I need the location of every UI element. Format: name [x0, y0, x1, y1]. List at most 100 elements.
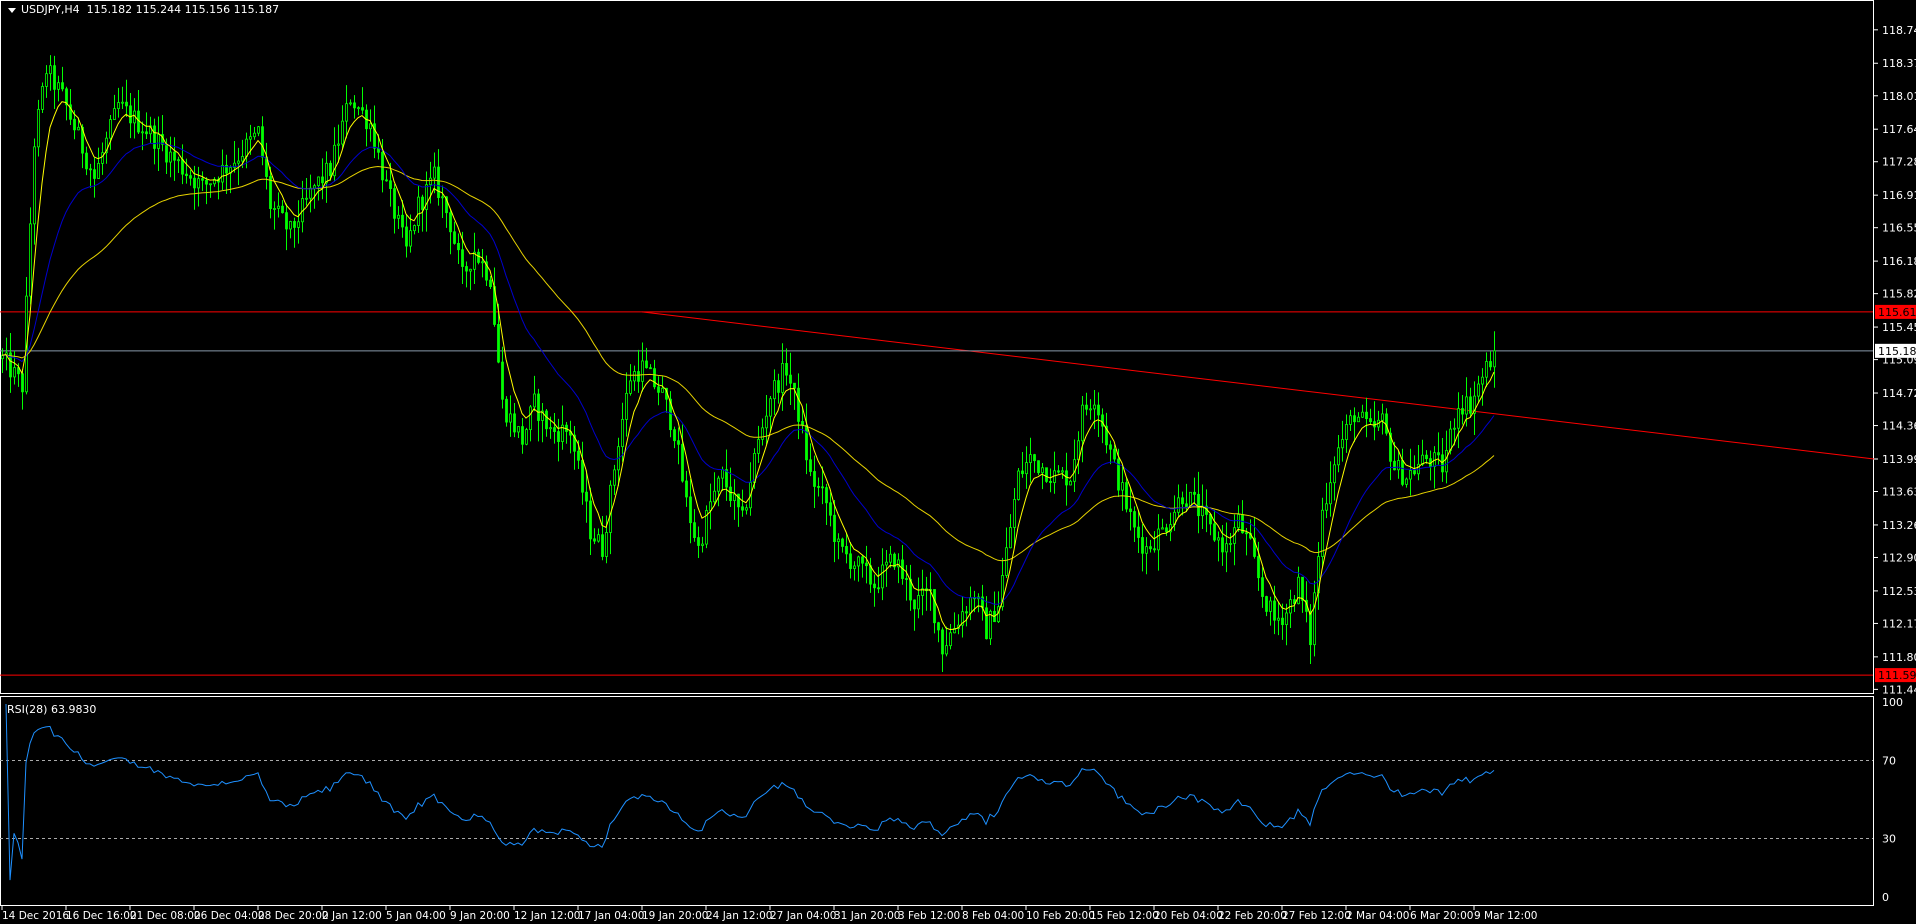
- candle-body: [197, 178, 200, 189]
- candle-body: [1005, 547, 1008, 576]
- candle-body: [581, 459, 584, 493]
- candle-body: [745, 507, 748, 511]
- time-tick-label: 16 Dec 16:00: [66, 910, 137, 922]
- candle-body: [253, 132, 256, 138]
- time-tick-label: 24 Jan 12:00: [706, 910, 772, 922]
- price-tick-label: 114.720: [1882, 387, 1916, 400]
- candle-body: [237, 160, 240, 164]
- candle-body: [1041, 467, 1044, 474]
- candle-body: [337, 143, 340, 146]
- candle-body: [1409, 470, 1412, 480]
- candle-body: [1053, 470, 1056, 483]
- candle-body: [1013, 499, 1016, 528]
- candle-body: [753, 452, 756, 483]
- time-tick-label: 22 Feb 20:00: [1218, 910, 1287, 922]
- price-chart[interactable]: 118.740 118.370 118.010 117.640 117.280 116.9…: [0, 0, 1916, 924]
- candle-body: [1393, 460, 1396, 471]
- candle-body: [701, 543, 704, 546]
- price-tick-label: 113.990: [1882, 453, 1916, 466]
- candle-body: [889, 553, 892, 563]
- time-tick-label: 9 Mar 12:00: [1474, 910, 1537, 922]
- candle-body: [1009, 527, 1012, 549]
- candle-body: [473, 251, 476, 270]
- candle-body: [277, 205, 280, 209]
- slow-ma-line: [1, 165, 1495, 562]
- candle-body: [1193, 491, 1196, 495]
- price-tick-label: 114.360: [1882, 420, 1916, 433]
- rsi-tick-label: 30: [1882, 833, 1896, 846]
- candle-body: [261, 126, 264, 158]
- candle-body: [449, 212, 452, 233]
- candle-body: [809, 459, 812, 472]
- candle-body: [501, 361, 504, 400]
- candle-body: [305, 197, 308, 200]
- candle-body: [825, 487, 828, 504]
- candle-body: [1109, 444, 1112, 450]
- candle-body: [209, 183, 212, 186]
- candle-body: [1341, 439, 1344, 449]
- time-tick-label: 15 Feb 12:00: [1090, 910, 1159, 922]
- triangle-down-icon[interactable]: [8, 7, 16, 13]
- price-tick-label: 112.170: [1882, 617, 1916, 630]
- time-tick-label: 26 Dec 04:00: [194, 910, 265, 922]
- candle-body: [905, 578, 908, 580]
- candle-body: [157, 134, 160, 149]
- candle-body: [53, 65, 56, 90]
- candle-body: [437, 166, 440, 198]
- candle-body: [329, 162, 332, 177]
- candle-body: [857, 556, 860, 567]
- candle-body: [249, 136, 252, 140]
- candle-body: [969, 597, 972, 614]
- price-tick-label: 111.800: [1882, 651, 1916, 664]
- candle-body: [649, 367, 652, 370]
- time-tick-label: 27 Jan 04:00: [770, 910, 836, 922]
- candle-body: [241, 156, 244, 162]
- candle-body: [1141, 537, 1144, 554]
- candle-body: [257, 126, 260, 134]
- candle-body: [513, 413, 516, 433]
- price-tick-label: 113.630: [1882, 486, 1916, 499]
- candle-body: [525, 429, 528, 445]
- time-tick-label: 12 Jan 12:00: [514, 910, 580, 922]
- candle-body: [1477, 383, 1480, 397]
- time-tick-label: 28 Dec 20:00: [258, 910, 329, 922]
- candle-body: [1313, 592, 1316, 646]
- candle-body: [505, 398, 508, 423]
- candle-body: [1401, 460, 1404, 485]
- time-tick-label: 2 Jan 12:00: [322, 910, 382, 922]
- trendline: [641, 311, 1875, 460]
- candle-body: [389, 180, 392, 189]
- candle-body: [1245, 532, 1248, 535]
- candle-body: [553, 427, 556, 432]
- candle-body: [773, 380, 776, 400]
- candle-body: [537, 393, 540, 421]
- candle-body: [1165, 527, 1168, 533]
- candle-body: [1345, 424, 1348, 440]
- candle-body: [913, 599, 916, 610]
- candle-body: [117, 102, 120, 109]
- candle-body: [721, 469, 724, 479]
- candle-body: [585, 491, 588, 502]
- candle-body: [741, 506, 744, 511]
- candle-body: [785, 363, 788, 376]
- candle-body: [173, 151, 176, 161]
- candle-body: [1469, 396, 1472, 414]
- candle-body: [689, 496, 692, 524]
- level-price-label: 111.598: [1878, 669, 1916, 682]
- candle-body: [1, 354, 4, 360]
- candle-body: [1045, 467, 1048, 482]
- candle-body: [985, 607, 988, 640]
- rsi-line: [5, 703, 1495, 881]
- candle-body: [873, 583, 876, 589]
- candle-body: [657, 386, 660, 393]
- candle-body: [413, 225, 416, 232]
- candle-body: [1085, 404, 1088, 410]
- candle-body: [477, 251, 480, 263]
- candle-body: [713, 490, 716, 503]
- candle-body: [281, 205, 284, 214]
- candle-body: [1369, 418, 1372, 423]
- time-tick-label: 21 Dec 08:00: [130, 910, 201, 922]
- candle-body: [1437, 452, 1440, 456]
- candle-body: [1057, 470, 1060, 473]
- candle-body: [1405, 478, 1408, 485]
